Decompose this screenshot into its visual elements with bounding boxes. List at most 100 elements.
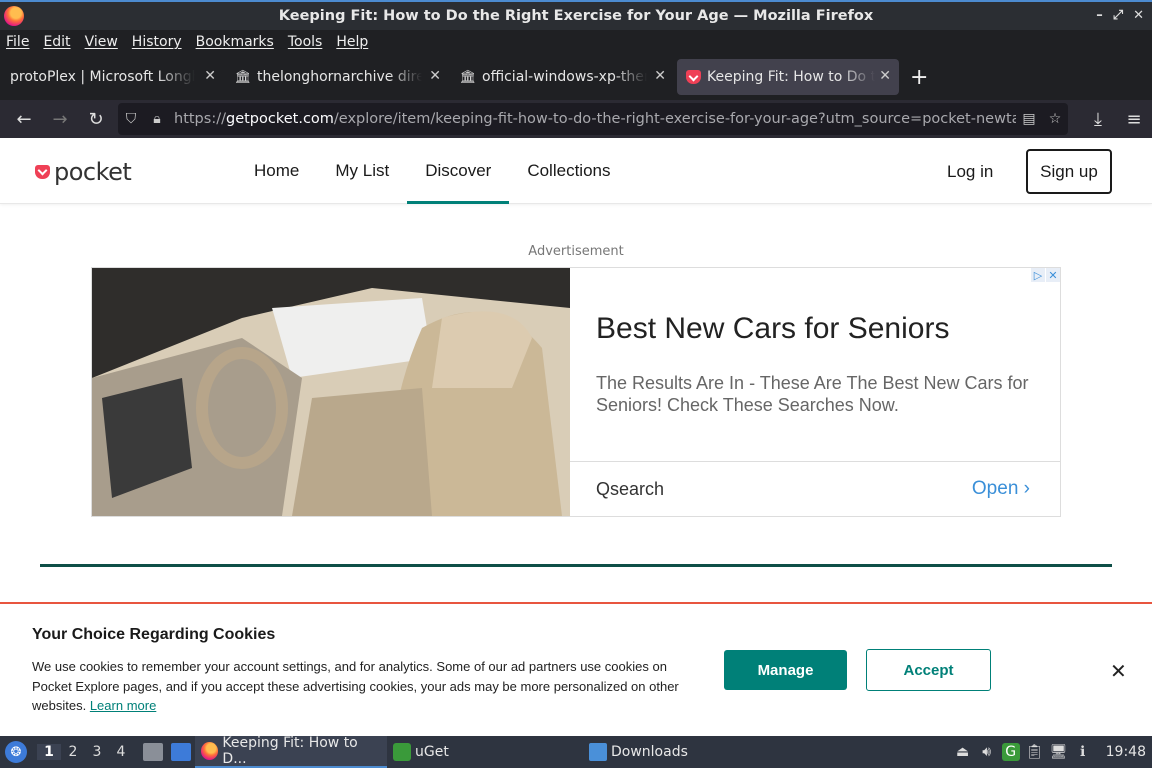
ad-image[interactable] (92, 268, 570, 516)
tab-protoplex[interactable]: protoPlex | Microsoft Longhorn ✕ (2, 59, 224, 95)
hamburger-menu-icon[interactable]: ≡ (1116, 101, 1152, 137)
bookmark-star-icon[interactable]: ☆ (1042, 111, 1068, 127)
task-label: Keeping Fit: How to D... (222, 735, 358, 767)
manage-button[interactable]: Manage (724, 650, 847, 690)
nav-collections[interactable]: Collections (509, 138, 628, 204)
reader-view-icon[interactable]: ▤ (1016, 111, 1042, 127)
login-link[interactable]: Log in (947, 162, 993, 182)
nav-discover[interactable]: Discover (407, 138, 510, 204)
tab-keeping-fit[interactable]: Keeping Fit: How to Do the Right Exercis… (677, 59, 899, 95)
firefox-icon (201, 742, 219, 760)
nav-my-list[interactable]: My List (317, 138, 407, 204)
cookie-text: We use cookies to remember your account … (32, 657, 692, 716)
forward-button[interactable]: → (42, 101, 78, 137)
ad-description[interactable]: The Results Are In - These Are The Best … (596, 372, 1036, 416)
logo-text: pocket (54, 158, 132, 186)
close-window-button[interactable]: ✕ (1133, 8, 1144, 23)
workspace-4[interactable]: 4 (109, 744, 133, 760)
folder-icon (589, 743, 607, 761)
menu-edit[interactable]: Edit (43, 34, 70, 50)
cookie-banner: Your Choice Regarding Cookies We use coo… (0, 602, 1152, 736)
nav-home[interactable]: Home (236, 138, 317, 204)
accept-button[interactable]: Accept (866, 649, 991, 691)
new-tab-button[interactable]: + (910, 65, 928, 90)
window-titlebar: Keeping Fit: How to Do the Right Exercis… (0, 0, 1152, 30)
tab-bar: protoPlex | Microsoft Longhorn ✕ 🏛 thelo… (0, 54, 1152, 100)
maximize-button[interactable]: ⤢ (1113, 8, 1123, 23)
workspace-3[interactable]: 3 (85, 744, 109, 760)
menu-history[interactable]: History (132, 34, 182, 50)
show-desktop-icon[interactable] (171, 743, 191, 761)
menu-tools[interactable]: Tools (288, 34, 323, 50)
volume-icon[interactable]: 🔊︎ (978, 743, 996, 761)
lock-icon[interactable]: 🔒︎ (144, 111, 170, 127)
toolbar-right: ⤓ ≡ (1080, 100, 1152, 138)
task-label: Downloads (611, 744, 688, 760)
taskbar: ❂ 1 2 3 4 Keeping Fit: How to D... uGet … (0, 735, 1152, 768)
tab-close-icon[interactable]: ✕ (204, 68, 216, 84)
file-manager-icon[interactable] (143, 743, 163, 761)
pocket-logo[interactable]: pocket (35, 158, 132, 186)
archive-icon: 🏛 (459, 69, 477, 85)
web-page: pocket Home My List Discover Collections… (0, 138, 1152, 736)
menu-bookmarks[interactable]: Bookmarks (196, 34, 274, 50)
uget-tray-icon[interactable]: G (1001, 743, 1020, 761)
signup-button[interactable]: Sign up (1026, 149, 1112, 194)
car-interior-image (92, 268, 570, 516)
url-text[interactable]: https://getpocket.com/explore/item/keepi… (170, 111, 1016, 127)
minimize-button[interactable]: – (1096, 8, 1103, 23)
learn-more-link[interactable]: Learn more (90, 698, 156, 713)
advertisement[interactable]: ▷ ✕ Best New Cars for Seniors The Result… (91, 267, 1061, 517)
url-bar[interactable]: ⛉ 🔒︎ https://getpocket.com/explore/item/… (118, 103, 1068, 135)
tab-label: protoPlex | Microsoft Longhorn (10, 69, 195, 85)
tab-longhornarchive[interactable]: 🏛 thelonghornarchive directory ✕ (227, 59, 449, 95)
menu-bar: File Edit View History Bookmarks Tools H… (0, 30, 1152, 54)
window-controls: – ⤢ ✕ (1096, 8, 1144, 23)
tab-close-icon[interactable]: ✕ (429, 68, 441, 84)
adchoices-icon[interactable]: ▷ (1031, 268, 1045, 282)
start-menu-icon[interactable]: ❂ (5, 741, 27, 763)
usb-icon[interactable]: ⏏ (954, 743, 972, 761)
ad-title[interactable]: Best New Cars for Seniors (596, 312, 949, 346)
ad-choices[interactable]: ▷ ✕ (1030, 268, 1060, 282)
archive-icon: 🏛 (234, 69, 252, 85)
update-notifier-icon[interactable]: ℹ (1074, 743, 1092, 761)
tab-label: thelonghornarchive directory (257, 69, 422, 85)
firefox-logo-icon (4, 6, 24, 26)
task-uget[interactable]: uGet (387, 736, 583, 768)
tab-close-icon[interactable]: ✕ (654, 68, 666, 84)
back-button[interactable]: ← (6, 101, 42, 137)
tab-windows-xp-themes[interactable]: 🏛 official-windows-xp-themes ✕ (452, 59, 674, 95)
shield-icon[interactable]: ⛉ (118, 111, 144, 127)
reload-button[interactable]: ↻ (78, 101, 114, 137)
ad-open-button[interactable]: Open › (972, 478, 1030, 500)
clipboard-icon[interactable]: 📋︎ (1026, 743, 1044, 761)
clock[interactable]: 19:48 (1106, 744, 1146, 760)
task-firefox[interactable]: Keeping Fit: How to D... (195, 735, 387, 768)
workspace-1[interactable]: 1 (37, 744, 61, 760)
ad-label: Advertisement (528, 244, 624, 259)
downloads-icon[interactable]: ⤓ (1080, 101, 1116, 137)
close-icon[interactable]: ✕ (1110, 659, 1127, 683)
tab-label: Keeping Fit: How to Do the Right Exercis… (707, 69, 875, 85)
pocket-icon (685, 69, 701, 85)
pocket-icon (35, 165, 50, 179)
task-downloads[interactable]: Downloads (583, 736, 694, 768)
task-label: uGet (415, 744, 449, 760)
menu-view[interactable]: View (85, 34, 118, 50)
menu-help[interactable]: Help (336, 34, 368, 50)
ad-brand: Qsearch (596, 479, 665, 499)
tab-label: official-windows-xp-themes (482, 69, 647, 85)
system-tray: ⏏ 🔊︎ G 📋︎ 🖥︎ ℹ 19:48 (954, 736, 1152, 768)
ad-footer: Qsearch Open › (570, 461, 1060, 516)
tab-close-icon[interactable]: ✕ (879, 68, 891, 84)
window-title: Keeping Fit: How to Do the Right Exercis… (278, 8, 874, 24)
main-nav: Home My List Discover Collections (236, 138, 628, 204)
workspace-2[interactable]: 2 (61, 744, 85, 760)
cookie-title: Your Choice Regarding Cookies (32, 626, 276, 643)
navigation-bar: ← → ↻ ⛉ 🔒︎ https://getpocket.com/explore… (0, 100, 1152, 138)
menu-file[interactable]: File (6, 34, 29, 50)
site-header: pocket Home My List Discover Collections… (0, 138, 1152, 204)
ad-close-icon[interactable]: ✕ (1046, 268, 1060, 282)
network-icon[interactable]: 🖥︎ (1050, 743, 1068, 761)
